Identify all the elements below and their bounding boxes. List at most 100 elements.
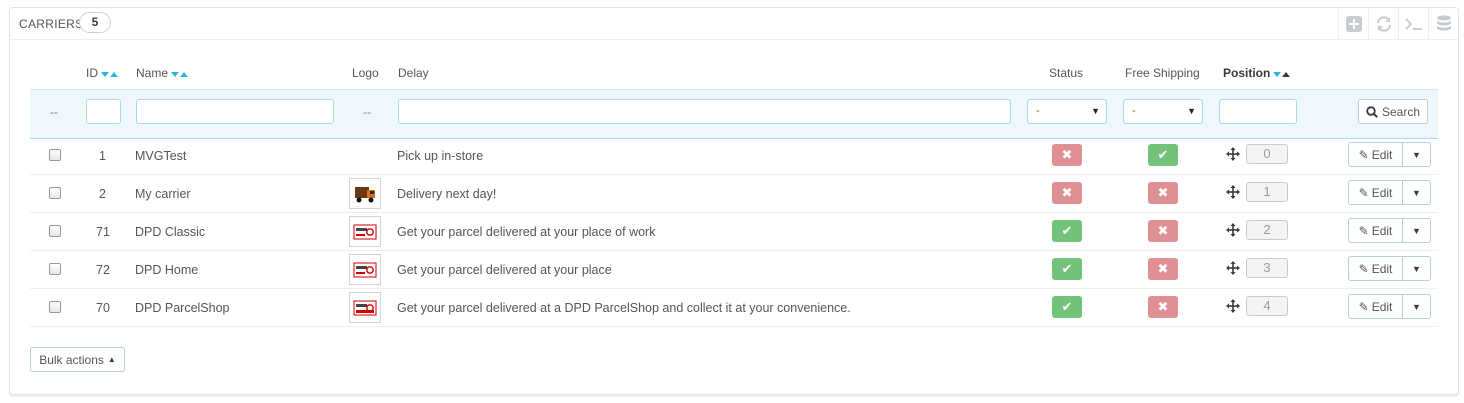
edit-button-group: ✎ Edit ▼ [1348, 256, 1431, 281]
dpd-logo-icon [353, 300, 377, 315]
row-actions-dropdown[interactable]: ▼ [1403, 143, 1430, 166]
position-value: 2 [1246, 220, 1288, 240]
export-button[interactable] [1428, 8, 1458, 39]
dpd-logo-icon [353, 262, 377, 277]
edit-button[interactable]: ✎ Edit [1349, 219, 1403, 242]
column-logo: Logo [352, 66, 379, 80]
bulk-actions-button[interactable]: Bulk actions ▲ [30, 347, 125, 372]
carrier-id: 72 [96, 263, 110, 277]
pencil-icon: ✎ [1358, 299, 1369, 314]
sql-terminal-icon [1404, 17, 1422, 30]
drag-handle-icon[interactable] [1226, 261, 1240, 278]
free-shipping-toggle[interactable]: ✔ [1148, 144, 1178, 166]
drag-handle-icon[interactable] [1226, 223, 1240, 240]
status-toggle[interactable]: ✖ [1052, 144, 1082, 166]
edit-label: Edit [1371, 185, 1393, 200]
edit-label: Edit [1371, 223, 1393, 238]
edit-label: Edit [1371, 299, 1393, 314]
status-filter-select[interactable]: - ▼ [1027, 99, 1107, 124]
row-checkbox[interactable] [49, 225, 61, 237]
name-filter-input[interactable] [136, 99, 334, 124]
free-shipping-toggle[interactable]: ✖ [1148, 220, 1178, 242]
sort-asc-active-icon[interactable] [1282, 72, 1291, 78]
chevron-down-icon: ▼ [1412, 263, 1421, 274]
drag-handle-icon[interactable] [1226, 185, 1240, 202]
status-toggle[interactable]: ✔ [1052, 220, 1082, 242]
edit-button-group: ✎ Edit ▼ [1348, 218, 1431, 243]
position-value: 4 [1246, 296, 1288, 316]
status-toggle[interactable]: ✖ [1052, 182, 1082, 204]
column-id: ID [86, 66, 118, 81]
sort-desc-icon[interactable] [101, 72, 109, 78]
chevron-down-icon: ▼ [1187, 106, 1196, 116]
add-icon [1345, 15, 1362, 32]
close-icon: ✖ [1061, 147, 1073, 162]
search-button[interactable]: Search [1358, 99, 1428, 124]
sort-asc-icon[interactable] [110, 72, 118, 78]
add-new-button[interactable] [1338, 8, 1368, 39]
edit-button[interactable]: ✎ Edit [1349, 295, 1403, 318]
search-button-label: Search [1381, 104, 1421, 119]
free-shipping-filter-select[interactable]: - ▼ [1123, 99, 1203, 124]
checkbox-filter-placeholder: -- [50, 105, 58, 119]
pencil-icon: ✎ [1358, 185, 1369, 200]
dpd-logo-icon [353, 224, 377, 239]
carrier-delay: Get your parcel delivered at your place [397, 263, 612, 277]
position-filter-input[interactable] [1219, 99, 1297, 124]
column-delay: Delay [398, 66, 429, 80]
row-actions-dropdown[interactable]: ▼ [1403, 295, 1430, 318]
refresh-button[interactable] [1368, 8, 1398, 39]
carrier-name: DPD Home [135, 263, 199, 277]
carrier-id: 2 [99, 187, 106, 201]
row-actions-dropdown[interactable]: ▼ [1403, 181, 1430, 204]
position-value: 0 [1246, 144, 1288, 164]
carrier-name: DPD Classic [135, 225, 206, 239]
carrier-logo [349, 292, 381, 323]
pencil-icon: ✎ [1358, 223, 1369, 238]
free-shipping-toggle[interactable]: ✖ [1148, 258, 1178, 280]
chevron-down-icon: ▼ [1412, 301, 1421, 312]
carrier-name: MVGTest [135, 149, 187, 163]
id-filter-input[interactable] [86, 99, 121, 124]
column-status: Status [1049, 66, 1084, 80]
status-toggle[interactable]: ✔ [1052, 296, 1082, 318]
carrier-delay: Delivery next day! [397, 187, 497, 201]
check-icon: ✔ [1061, 299, 1073, 314]
row-checkbox[interactable] [49, 263, 61, 275]
free-shipping-toggle[interactable]: ✖ [1148, 296, 1178, 318]
close-icon: ✖ [1157, 185, 1169, 200]
sort-desc-icon[interactable] [171, 72, 180, 78]
table-row: 72 DPD Home Get your parcel delivered at… [30, 251, 1438, 289]
free-shipping-toggle[interactable]: ✖ [1148, 182, 1178, 204]
row-checkbox[interactable] [49, 301, 61, 313]
sql-query-button[interactable] [1398, 8, 1428, 39]
row-checkbox[interactable] [49, 149, 61, 161]
edit-button-group: ✎ Edit ▼ [1348, 142, 1431, 167]
search-icon [1366, 105, 1378, 118]
status-filter-value: - [1036, 105, 1040, 117]
delay-filter-input[interactable] [398, 99, 1011, 124]
table-row: 70 DPD ParcelShop Get your parcel delive… [30, 289, 1438, 327]
close-icon: ✖ [1157, 223, 1169, 238]
sort-asc-icon[interactable] [180, 72, 189, 78]
status-toggle[interactable]: ✔ [1052, 258, 1082, 280]
carrier-id: 71 [96, 225, 110, 239]
panel-toolbar [1338, 8, 1458, 39]
row-actions-dropdown[interactable]: ▼ [1403, 257, 1430, 280]
row-checkbox[interactable] [49, 187, 61, 199]
drag-handle-icon[interactable] [1226, 299, 1240, 316]
bulk-actions-label: Bulk actions [39, 352, 104, 367]
row-actions-dropdown[interactable]: ▼ [1403, 219, 1430, 242]
export-database-icon [1436, 15, 1451, 30]
edit-button[interactable]: ✎ Edit [1349, 143, 1403, 166]
sort-desc-icon[interactable] [1273, 72, 1282, 78]
drag-handle-icon[interactable] [1226, 147, 1240, 164]
panel-header: CARRIERS 5 [10, 8, 1458, 40]
edit-button-group: ✎ Edit ▼ [1348, 180, 1431, 205]
carrier-name: My carrier [135, 187, 191, 201]
edit-button-group: ✎ Edit ▼ [1348, 294, 1431, 319]
column-position-label: Position [1223, 66, 1271, 80]
edit-button[interactable]: ✎ Edit [1349, 257, 1403, 280]
edit-button[interactable]: ✎ Edit [1349, 181, 1403, 204]
carrier-delay: Get your parcel delivered at a DPD Parce… [397, 301, 851, 315]
